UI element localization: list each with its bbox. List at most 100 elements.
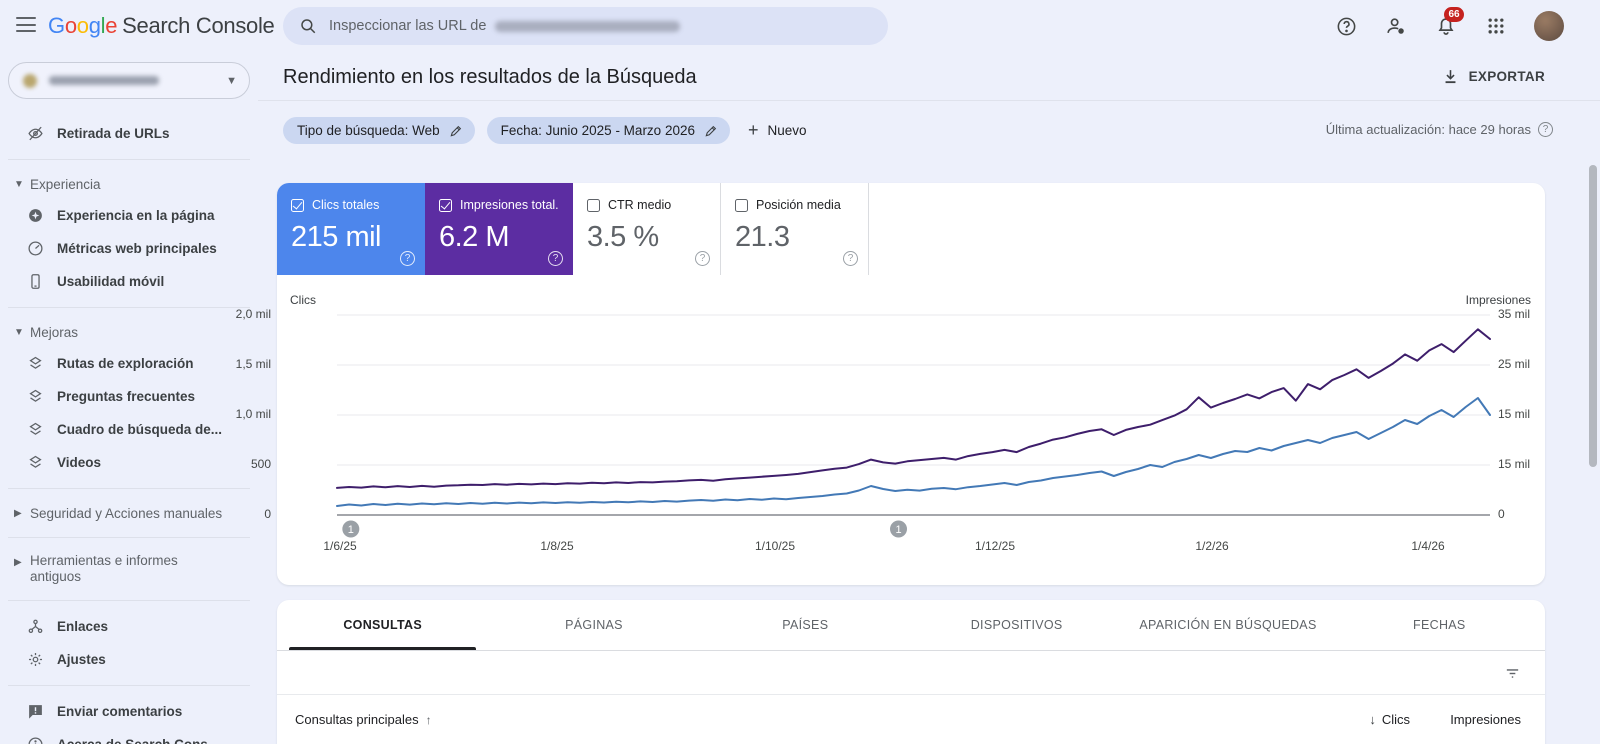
help-icon[interactable]: ? bbox=[548, 251, 563, 266]
export-label: EXPORTAR bbox=[1468, 69, 1545, 84]
feedback-icon bbox=[27, 703, 44, 720]
sidebar-item-feedback[interactable]: Enviar comentarios bbox=[0, 695, 258, 728]
chip-label: Tipo de búsqueda: Web bbox=[297, 123, 440, 138]
sidebar-section-experience[interactable]: ▼ Experiencia bbox=[0, 169, 258, 199]
edit-pencil-icon bbox=[704, 124, 718, 138]
svg-text:1: 1 bbox=[348, 524, 354, 536]
rich-result-layers-icon bbox=[27, 454, 44, 471]
apps-grid-button[interactable] bbox=[1484, 14, 1508, 38]
last-updated-text: Última actualización: hace 29 horas ? bbox=[1326, 122, 1553, 137]
help-icon[interactable]: ? bbox=[1538, 122, 1553, 137]
metric-value: 6.2 M bbox=[439, 221, 510, 253]
metric-cards: Clics totales 215 mil ? Impresiones tota… bbox=[277, 183, 869, 275]
sidebar-item-label: Enviar comentarios bbox=[57, 704, 183, 719]
section-label: Seguridad y Acciones manuales bbox=[30, 505, 223, 521]
chart-canvas[interactable]: 11 bbox=[277, 290, 1545, 542]
table-toolbar bbox=[277, 651, 1545, 695]
sidebar-item-label: Acerca de Search Cons... bbox=[57, 737, 219, 744]
hamburger-menu-icon[interactable] bbox=[16, 17, 36, 33]
sort-descending-icon: ↓ bbox=[1369, 712, 1376, 727]
column-header-queries[interactable]: Consultas principales ↑ bbox=[295, 712, 432, 727]
checkbox-unchecked-icon[interactable] bbox=[735, 198, 748, 212]
section-label: Mejoras bbox=[30, 324, 79, 340]
metric-card-total-clicks[interactable]: Clics totales 215 mil ? bbox=[277, 183, 425, 275]
performance-chart-card: Clics totales 215 mil ? Impresiones tota… bbox=[236, 183, 1545, 585]
new-filter-button[interactable]: + Nuevo bbox=[742, 120, 813, 141]
column-header-impressions[interactable]: Impresiones bbox=[1450, 712, 1521, 727]
links-network-icon bbox=[27, 618, 44, 635]
date-filter-chip[interactable]: Fecha: Junio 2025 - Marzo 2026 bbox=[486, 117, 730, 144]
column-label: Impresiones bbox=[1450, 712, 1521, 727]
property-selector[interactable]: ▼ bbox=[8, 62, 250, 99]
caret-down-icon: ▼ bbox=[14, 326, 24, 338]
sidebar-item-mobile-usability[interactable]: Usabilidad móvil bbox=[0, 265, 258, 298]
sidebar-section-legacy-tools[interactable]: ▶ Herramientas e informes antiguos bbox=[0, 547, 258, 591]
help-icon[interactable]: ? bbox=[695, 251, 710, 266]
url-inspection-search[interactable]: Inspeccionar las URL de bbox=[283, 7, 888, 45]
google-logo: Google bbox=[48, 13, 118, 38]
info-icon bbox=[27, 736, 44, 744]
help-button[interactable] bbox=[1334, 14, 1358, 38]
sidebar-item-label: Experiencia en la página bbox=[57, 208, 215, 223]
metric-value: 3.5 % bbox=[587, 221, 659, 253]
vertical-scrollbar[interactable] bbox=[1589, 165, 1597, 467]
help-icon[interactable]: ? bbox=[400, 251, 415, 266]
manage-users-button[interactable] bbox=[1384, 14, 1408, 38]
sidebar-item-about[interactable]: Acerca de Search Cons... bbox=[0, 728, 258, 744]
tab-dispositivos[interactable]: DISPOSITIVOS bbox=[911, 600, 1122, 650]
caret-down-icon: ▼ bbox=[14, 178, 24, 190]
edit-pencil-icon bbox=[449, 124, 463, 138]
caret-right-icon: ▶ bbox=[14, 557, 22, 568]
page-title: Rendimiento en los resultados de la Búsq… bbox=[283, 66, 697, 88]
help-icon bbox=[1337, 17, 1355, 35]
product-name: Search Console bbox=[122, 13, 275, 38]
sidebar-item-settings[interactable]: Ajustes bbox=[0, 643, 258, 676]
section-label: Herramientas e informes antiguos bbox=[30, 553, 178, 584]
checkbox-unchecked-icon[interactable] bbox=[587, 198, 600, 212]
sidebar-item-label: Enlaces bbox=[57, 619, 109, 634]
tab-consultas[interactable]: CONSULTAS bbox=[277, 600, 488, 650]
metric-card-average-ctr[interactable]: CTR medio 3.5 % ? bbox=[573, 183, 721, 275]
sidebar-section-enhancements[interactable]: ▼ Mejoras bbox=[0, 317, 258, 347]
tab-aparicion-en-busquedas[interactable]: APARICIÓN EN BÚSQUEDAS bbox=[1122, 600, 1333, 650]
sidebar-item-label: Usabilidad móvil bbox=[57, 274, 165, 289]
notification-count-badge: 66 bbox=[1444, 7, 1464, 22]
divider bbox=[8, 488, 250, 489]
sidebar: ▼ Retirada de URLs ▼ Experiencia Experie… bbox=[0, 52, 258, 744]
metric-value: 21.3 bbox=[735, 221, 790, 253]
checkbox-checked-icon[interactable] bbox=[291, 198, 304, 212]
mobile-phone-icon bbox=[27, 273, 44, 290]
avatar[interactable] bbox=[1534, 11, 1564, 41]
rich-result-layers-icon bbox=[27, 421, 44, 438]
export-button[interactable]: EXPORTAR bbox=[1442, 68, 1545, 85]
rich-result-layers-icon bbox=[27, 388, 44, 405]
column-header-clicks[interactable]: ↓ Clics bbox=[1369, 712, 1410, 727]
column-label: Clics bbox=[1381, 712, 1410, 727]
table-header-row: Consultas principales ↑ ↓ Clics Impresio… bbox=[277, 695, 1545, 744]
rich-result-layers-icon bbox=[27, 355, 44, 372]
sidebar-item-core-web-vitals[interactable]: Métricas web principales bbox=[0, 232, 258, 265]
filter-icon[interactable] bbox=[1504, 665, 1521, 682]
notifications-button[interactable]: 66 bbox=[1434, 7, 1464, 38]
metric-card-average-position[interactable]: Posición media 21.3 ? bbox=[721, 183, 869, 275]
metric-value: 215 mil bbox=[291, 221, 382, 253]
sidebar-item-page-experience[interactable]: Experiencia en la página bbox=[0, 199, 258, 232]
sidebar-item-label: Retirada de URLs bbox=[57, 126, 170, 141]
help-icon[interactable]: ? bbox=[843, 251, 858, 266]
sidebar-item-removals[interactable]: Retirada de URLs bbox=[0, 117, 258, 150]
property-favicon bbox=[23, 73, 37, 88]
chevron-down-icon: ▼ bbox=[226, 74, 237, 87]
filter-bar: Tipo de búsqueda: Web Fecha: Junio 2025 … bbox=[283, 117, 813, 144]
dimensions-table-card: CONSULTAS PÁGINAS PAÍSES DISPOSITIVOS AP… bbox=[277, 600, 1545, 744]
metric-card-total-impressions[interactable]: Impresiones total... 6.2 M ? bbox=[425, 183, 573, 275]
svg-text:1: 1 bbox=[895, 524, 901, 536]
divider bbox=[8, 685, 250, 686]
plus-icon: + bbox=[747, 120, 759, 140]
section-label: Experiencia bbox=[30, 176, 101, 192]
tab-paises[interactable]: PAÍSES bbox=[700, 600, 911, 650]
tab-paginas[interactable]: PÁGINAS bbox=[488, 600, 699, 650]
tab-fechas[interactable]: FECHAS bbox=[1334, 600, 1545, 650]
sidebar-item-links[interactable]: Enlaces bbox=[0, 610, 258, 643]
checkbox-checked-icon[interactable] bbox=[439, 198, 452, 212]
search-type-filter-chip[interactable]: Tipo de búsqueda: Web bbox=[283, 117, 475, 144]
